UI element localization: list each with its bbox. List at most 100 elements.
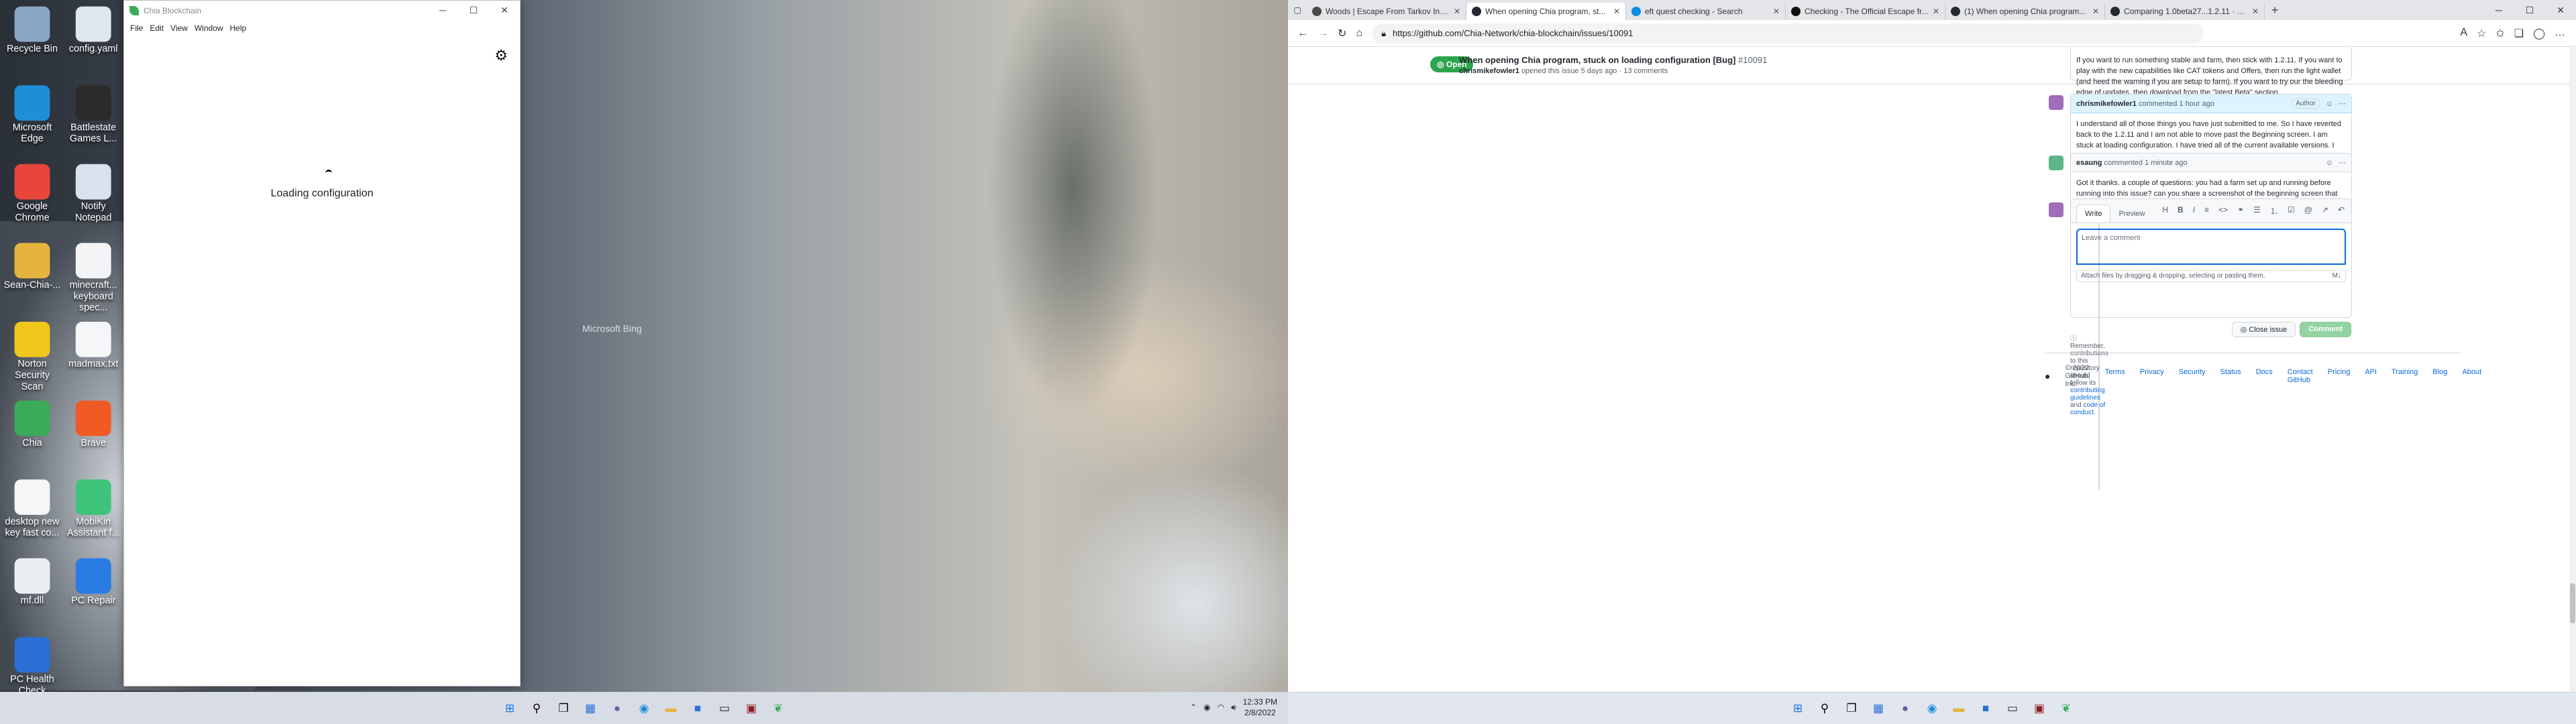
back-icon[interactable]: ← [1297, 27, 1308, 40]
search-icon[interactable]: ⚲ [526, 698, 547, 719]
saved-replies-icon[interactable]: ↶ [2338, 205, 2345, 217]
maximize-icon[interactable]: ☐ [458, 5, 489, 16]
footer-link-training[interactable]: Training [2392, 368, 2418, 384]
desktop-icon[interactable]: MobiKin Assistant f... [64, 479, 122, 540]
tab-actions-icon[interactable]: ▢ [1288, 5, 1307, 15]
search-icon[interactable]: ⚲ [1814, 698, 1835, 719]
edge-taskbar-icon[interactable]: ◉ [633, 698, 655, 719]
reference-icon[interactable]: ↗ [2322, 205, 2328, 217]
footer-link-terms[interactable]: Terms [2105, 368, 2125, 384]
close-issue-button[interactable]: ◎ Close issue [2231, 322, 2296, 337]
task-view-icon[interactable]: ❐ [1841, 698, 1862, 719]
store-icon[interactable]: ■ [687, 698, 708, 719]
windows-start-icon[interactable]: ⊞ [499, 698, 521, 719]
menu-help[interactable]: Help [227, 23, 250, 33]
tab-write[interactable]: Write [2076, 204, 2111, 223]
tab-close-icon[interactable]: ✕ [1773, 7, 1780, 16]
clock[interactable]: 12:33 PM 2/8/2022 [1243, 697, 1277, 718]
comment-button[interactable]: Comment [2300, 322, 2351, 337]
more-menu-icon[interactable]: … [2555, 27, 2565, 40]
tab-close-icon[interactable]: ✕ [1454, 7, 1460, 16]
comment-author-link[interactable]: chrismikefowler1 [2076, 100, 2137, 108]
terminal-icon[interactable]: ▭ [714, 698, 735, 719]
tray-app-icon[interactable]: ◉ [1203, 703, 1210, 712]
chia-taskbar-icon[interactable]: ❦ [767, 698, 789, 719]
desktop-icon[interactable]: desktop new key fast co... [3, 479, 61, 540]
file-explorer-icon[interactable]: ▬ [660, 698, 682, 719]
footer-link-security[interactable]: Security [2179, 368, 2206, 384]
gear-icon[interactable]: ⚙ [494, 47, 508, 64]
emoji-icon[interactable]: ☺ [2326, 159, 2333, 167]
tab-close-icon[interactable]: ✕ [2092, 7, 2099, 16]
browser-tab[interactable]: Checking - The Official Escape fr... ✕ [1786, 3, 1945, 20]
desktop-icon[interactable]: Notify Notepad [64, 164, 122, 225]
browser-tab[interactable]: Comparing 1.0beta27...1.2.11 · C... ✕ [2105, 3, 2265, 20]
avatar[interactable] [2049, 95, 2063, 110]
footer-link-privacy[interactable]: Privacy [2140, 368, 2164, 384]
browser-tab[interactable]: When opening Chia program, st... ✕ [1466, 3, 1626, 20]
chia-taskbar-icon[interactable]: ❦ [2055, 698, 2077, 719]
comment-time[interactable]: commented 1 minute ago [2104, 159, 2188, 167]
widgets-icon[interactable]: ▦ [1868, 698, 1889, 719]
file-explorer-icon[interactable]: ▬ [1948, 698, 1970, 719]
task-list-icon[interactable]: ☑ [2288, 205, 2295, 217]
browser-minimize-icon[interactable]: ─ [2483, 5, 2514, 15]
widgets-icon[interactable]: ▦ [580, 698, 601, 719]
browser-tab[interactable]: (1) When opening Chia program... ✕ [1945, 3, 2105, 20]
close-icon[interactable]: ✕ [489, 5, 520, 16]
footer-link-contact-github[interactable]: Contact GitHub [2288, 368, 2313, 384]
app-icon[interactable]: ▣ [741, 698, 762, 719]
italic-icon[interactable]: I [2193, 205, 2195, 217]
link-icon[interactable]: ⚭ [2237, 205, 2244, 217]
tab-close-icon[interactable]: ✕ [2252, 7, 2259, 16]
desktop-icon[interactable]: PC Health Check [3, 637, 61, 698]
desktop-icon[interactable]: Norton Security Scan [3, 322, 61, 394]
emoji-icon[interactable]: ☺ [2326, 100, 2333, 108]
menu-file[interactable]: File [127, 23, 146, 33]
windows-start-icon[interactable]: ⊞ [1787, 698, 1809, 719]
page-scrollbar[interactable] [2569, 47, 2576, 692]
menu-window[interactable]: Window [191, 23, 227, 33]
terminal-icon[interactable]: ▭ [2002, 698, 2023, 719]
chia-titlebar[interactable]: Chia Blockchain ─ ☐ ✕ [124, 1, 520, 20]
tab-preview[interactable]: Preview [2110, 205, 2153, 223]
menu-edit[interactable]: Edit [146, 23, 167, 33]
desktop-icon[interactable]: Battlestate Games L... [64, 85, 122, 146]
code-icon[interactable]: <> [2218, 205, 2228, 217]
mention-icon[interactable]: @ [2304, 205, 2312, 217]
scrollbar-thumb[interactable] [2570, 583, 2575, 623]
attach-files-bar[interactable]: Attach files by dragging & dropping, sel… [2076, 270, 2346, 282]
quote-icon[interactable]: ≡ [2204, 205, 2209, 217]
edge-taskbar-icon[interactable]: ◉ [1921, 698, 1943, 719]
footer-link-blog[interactable]: Blog [2432, 368, 2447, 384]
menu-view[interactable]: View [167, 23, 191, 33]
browser-maximize-icon[interactable]: ☐ [2514, 5, 2545, 16]
bold-icon[interactable]: B [2178, 205, 2184, 217]
markdown-icon[interactable]: M↓ [2332, 272, 2341, 280]
tray-chevron-icon[interactable]: ⌃ [1190, 703, 1197, 712]
desktop-icon[interactable]: madmax.txt [64, 322, 122, 371]
numbered-list-icon[interactable]: ⒈ [2270, 205, 2278, 217]
desktop-icon[interactable]: PC Repair [64, 558, 122, 608]
issue-author-link[interactable]: chrismikefowler1 [1459, 67, 1519, 75]
collections-icon[interactable]: ❏ [2514, 27, 2524, 40]
favorites-icon[interactable]: ✩ [2496, 27, 2504, 40]
bulleted-list-icon[interactable]: ☰ [2253, 205, 2261, 217]
browser-close-icon[interactable]: ✕ [2545, 5, 2576, 16]
profile-icon[interactable]: ◯ [2533, 27, 2545, 40]
chat-icon[interactable]: ● [1894, 698, 1916, 719]
task-view-icon[interactable]: ❐ [553, 698, 574, 719]
volume-icon[interactable]: 🔊︎ [1231, 703, 1236, 713]
browser-tab[interactable]: eft quest checking - Search ✕ [1626, 3, 1786, 20]
footer-link-status[interactable]: Status [2220, 368, 2241, 384]
chat-icon[interactable]: ● [606, 698, 628, 719]
contributing-guidelines-link[interactable]: contributing guidelines [2070, 387, 2105, 402]
new-tab-icon[interactable]: + [2265, 3, 2285, 17]
comment-menu-icon[interactable]: ⋯ [2339, 99, 2346, 108]
footer-link-pricing[interactable]: Pricing [2328, 368, 2351, 384]
desktop-icon[interactable]: Google Chrome [3, 164, 61, 225]
app-icon[interactable]: ▣ [2029, 698, 2050, 719]
comment-textarea[interactable]: Leave a comment [2076, 229, 2346, 265]
minimize-icon[interactable]: ─ [427, 5, 458, 16]
desktop-icon[interactable]: Microsoft Edge [3, 85, 61, 146]
